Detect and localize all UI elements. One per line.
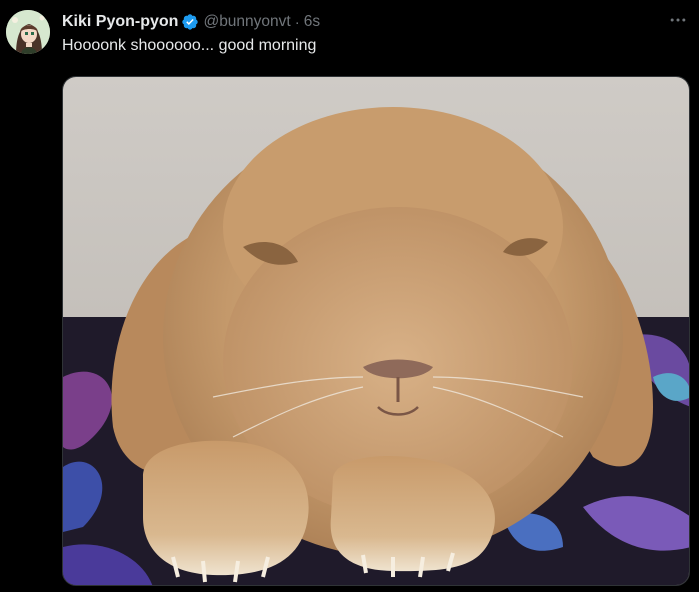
author-avatar[interactable] (6, 10, 50, 54)
tweet-text: Hoooonk shoooooo... good morning (62, 37, 317, 54)
tweet-header: Kiki Pyon-pyon @bunnyonvt · 6s (62, 11, 320, 33)
header-separator: · (294, 13, 300, 31)
rabbit-photo (63, 77, 689, 585)
author-display-name[interactable]: Kiki Pyon-pyon (62, 13, 178, 31)
more-options-button[interactable] (664, 8, 692, 32)
verified-badge-icon (182, 14, 199, 30)
author-handle[interactable]: @bunnyonvt (203, 13, 290, 31)
tweet-media-photo[interactable] (62, 76, 690, 586)
more-horizontal-icon (670, 18, 686, 22)
tweet-timestamp[interactable]: 6s (304, 13, 320, 31)
anime-avatar-icon (6, 10, 50, 54)
tweet[interactable]: Kiki Pyon-pyon @bunnyonvt · 6s Hoooonk s… (0, 0, 699, 592)
